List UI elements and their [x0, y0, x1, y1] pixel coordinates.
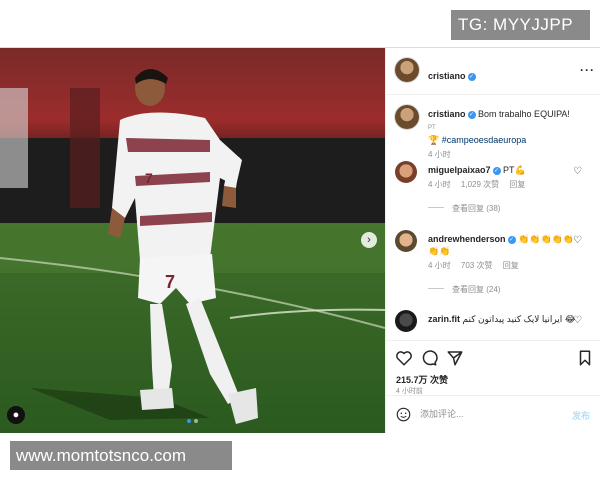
- view-replies[interactable]: 查看回复 (38): [428, 203, 578, 215]
- comment-likes[interactable]: 703 次赞: [461, 261, 493, 270]
- comment-time: 4 小时: [428, 180, 451, 189]
- carousel-dots: [187, 419, 198, 423]
- heart-icon: ♡: [573, 166, 582, 177]
- likes-count[interactable]: 215.7万 次赞: [396, 373, 448, 386]
- comment-body: miguelpaixao7 ✓ PT💪 4 小时 1,029 次赞 回复 查看回复…: [428, 164, 578, 215]
- view-replies[interactable]: 查看回复 (24): [428, 284, 578, 296]
- caption-hashtag[interactable]: #campeoesdaeuropa: [442, 135, 527, 145]
- carousel-dot: [194, 419, 198, 423]
- more-options-button[interactable]: ···: [580, 63, 595, 77]
- post-comment-button[interactable]: 发布: [572, 409, 590, 422]
- author-username[interactable]: cristiano: [428, 71, 466, 81]
- verified-icon: ✓: [467, 111, 476, 119]
- author-avatar[interactable]: [395, 58, 419, 82]
- flag-label: PT: [428, 125, 436, 131]
- post-photo[interactable]: 7 7 › ●: [0, 48, 385, 433]
- comment-like-button[interactable]: ♡: [573, 236, 583, 246]
- comment-text: ایرانیا لایک کنید پیداتون کنم 😂: [462, 314, 576, 324]
- caption-username[interactable]: cristiano: [428, 109, 466, 119]
- trophy-icon: 🏆: [428, 135, 440, 145]
- reply-button[interactable]: 回复: [509, 180, 525, 189]
- post-actions: 215.7万 次赞 4 小时前: [386, 340, 600, 395]
- heart-icon: ♡: [573, 315, 582, 326]
- heart-icon[interactable]: [395, 349, 413, 367]
- heart-icon: ♡: [573, 235, 582, 246]
- comment-username[interactable]: andrewhenderson: [428, 234, 506, 244]
- tag-user-icon: ●: [12, 409, 20, 421]
- comment-avatar[interactable]: [395, 161, 417, 183]
- comment-text: PT💪: [503, 165, 526, 175]
- author-name-row: cristiano ✓: [428, 66, 476, 84]
- instagram-post: 7 7 › ● cristiano ✓ ··· cristiano ✓ Bom …: [0, 47, 600, 433]
- reply-button[interactable]: 回复: [503, 261, 519, 270]
- carousel-dot-active: [187, 419, 191, 423]
- verified-icon: ✓: [507, 236, 516, 244]
- tagged-users-button[interactable]: ●: [7, 406, 25, 424]
- caption-text: Bom trabalho EQUIPA!: [478, 109, 570, 119]
- comment-body: zarin.fit ایرانیا لایک کنید پیداتون کنم …: [428, 313, 578, 325]
- comment-username[interactable]: zarin.fit: [428, 314, 460, 324]
- bookmark-icon[interactable]: [576, 349, 594, 367]
- caption-avatar[interactable]: [395, 105, 419, 129]
- view-replies-label: 查看回复 (24): [452, 285, 501, 294]
- comment-time: 4 小时: [428, 261, 451, 270]
- chevron-right-icon: ›: [367, 234, 371, 246]
- post-side-panel: cristiano ✓ ··· cristiano ✓ Bom trabalho E…: [385, 48, 600, 433]
- caption-time: 4 小时: [428, 150, 451, 159]
- jersey-number: 7: [165, 272, 175, 292]
- comment-like-button[interactable]: ♡: [573, 167, 583, 177]
- watermark-top: TG: MYYJJPP: [451, 10, 590, 40]
- comment-composer: 发布: [386, 395, 600, 433]
- comment-username[interactable]: miguelpaixao7: [428, 165, 491, 175]
- comment-body: andrewhenderson ✓ 👏👏👏👏👏👏👏 4 小时 703 次赞 回复 …: [428, 233, 578, 296]
- comment-avatar[interactable]: [395, 310, 417, 332]
- comment-likes[interactable]: 1,029 次赞: [461, 180, 499, 189]
- verified-icon: ✓: [467, 73, 476, 81]
- more-icon: ···: [580, 63, 595, 77]
- verified-icon: ✓: [492, 167, 501, 175]
- comments-list: cristiano ✓ Bom trabalho EQUIPA! PT 🏆 #ca…: [386, 95, 600, 340]
- emoji-icon[interactable]: [396, 407, 411, 422]
- shirt-number: 7: [145, 170, 153, 186]
- comment-avatar[interactable]: [395, 230, 417, 252]
- comment-icon[interactable]: [420, 349, 438, 367]
- photo-illustration: 7 7: [0, 48, 385, 433]
- share-icon[interactable]: [446, 349, 464, 367]
- post-header: cristiano ✓ ···: [386, 48, 600, 95]
- comment-input[interactable]: [420, 404, 560, 424]
- caption-body: cristiano ✓ Bom trabalho EQUIPA! PT 🏆 #ca…: [428, 108, 578, 161]
- view-replies-label: 查看回复 (38): [452, 204, 501, 213]
- next-image-button[interactable]: ›: [361, 232, 377, 248]
- comment-like-button[interactable]: ♡: [573, 316, 583, 326]
- watermark-bottom: www.momtotsnco.com: [10, 441, 232, 470]
